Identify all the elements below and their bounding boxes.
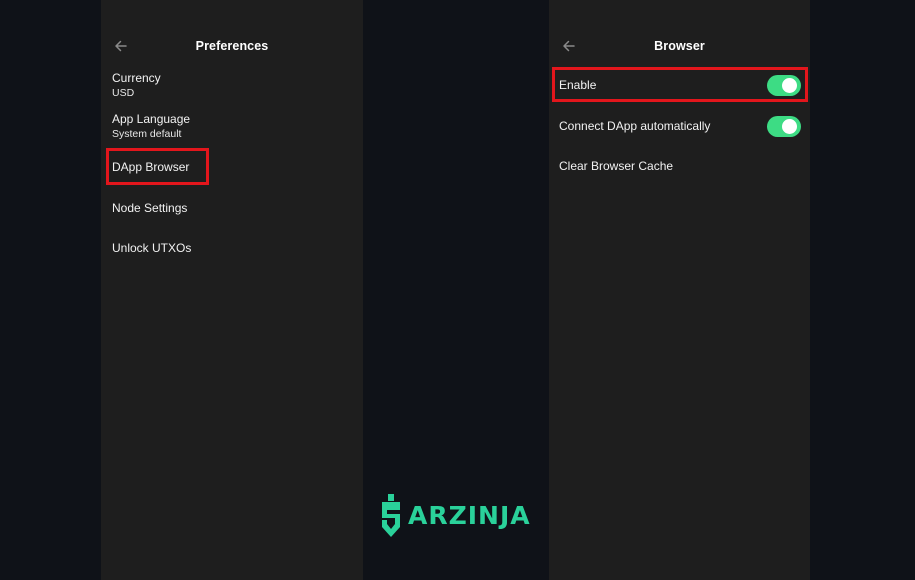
toggle-knob [782,119,797,134]
dollar-shield-icon [378,493,404,539]
app-language-value: System default [112,128,182,140]
browser-header: Browser [549,30,810,62]
enable-label: Enable [559,78,597,92]
preferences-screen: Preferences Currency USD App Language Sy… [101,0,363,580]
page-title: Browser [654,39,705,53]
node-settings-label: Node Settings [112,201,188,215]
dapp-browser-label: DApp Browser [112,160,190,174]
connect-dapp-toggle[interactable] [767,116,801,137]
enable-row[interactable]: Enable [559,74,801,98]
node-settings-item[interactable]: Node Settings [112,201,187,216]
toggle-knob [782,78,797,93]
dapp-browser-item[interactable]: DApp Browser [112,160,189,175]
unlock-utxos-item[interactable]: Unlock UTXOs [112,241,191,256]
unlock-utxos-label: Unlock UTXOs [112,241,192,255]
preferences-header: Preferences [101,30,363,62]
clear-cache-label: Clear Browser Cache [559,159,674,173]
app-language-label: App Language [112,112,191,126]
browser-screen: Browser Enable Connect DApp automaticall… [549,0,810,580]
currency-label: Currency [112,71,161,85]
enable-toggle[interactable] [767,75,801,96]
connect-dapp-row[interactable]: Connect DApp automatically [559,115,801,139]
currency-item[interactable]: Currency USD [112,71,161,101]
connect-dapp-label: Connect DApp automatically [559,119,711,133]
clear-cache-row[interactable]: Clear Browser Cache [559,155,801,179]
currency-value: USD [112,87,135,99]
brand-logo: ARZINJA [378,493,538,539]
brand-logo-text: ARZINJA [408,501,531,530]
app-language-item[interactable]: App Language System default [112,112,190,142]
page-title: Preferences [195,39,269,53]
